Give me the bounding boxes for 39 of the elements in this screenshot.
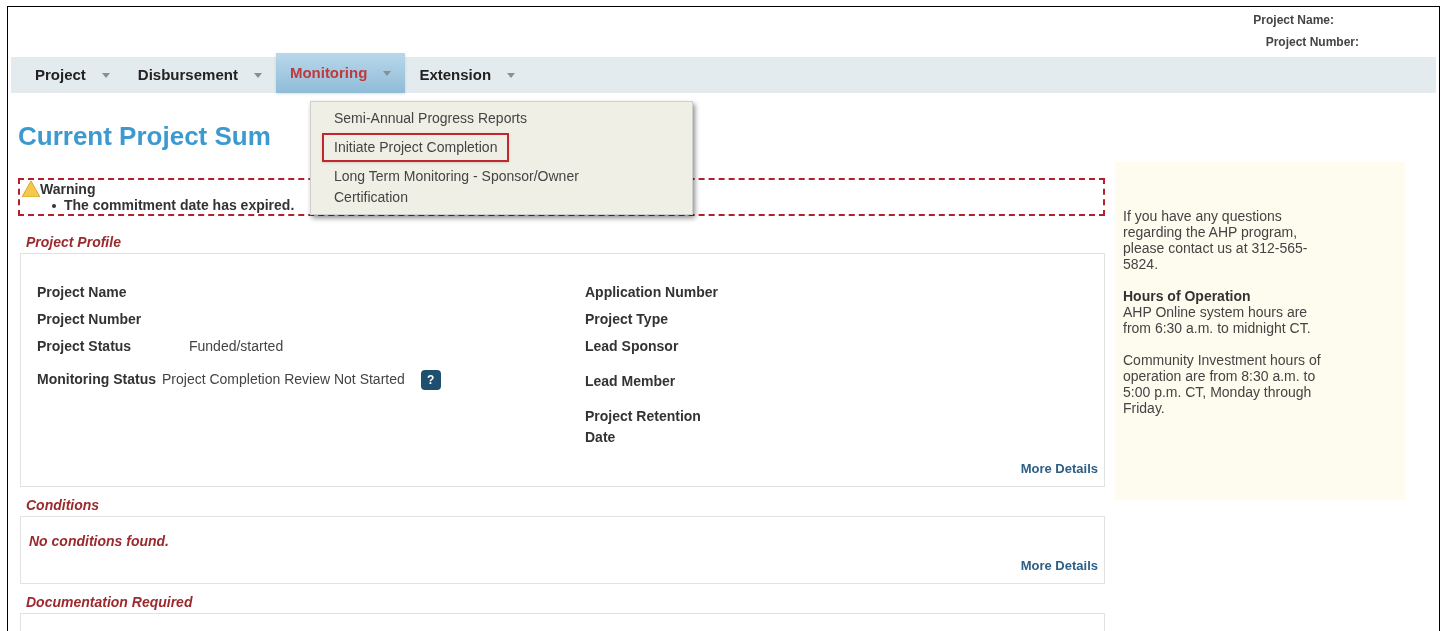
caret-icon — [507, 72, 516, 78]
menu-item[interactable]: Initiate Project Completion — [322, 133, 510, 162]
nav-tab[interactable]: Disbursement — [123, 57, 276, 93]
section-legend: Conditions — [26, 495, 1105, 516]
contact-text: If you have any questions regarding the AHP program, please contact us at 312-565-5824. — [1123, 208, 1309, 272]
community-hours-text: Community Investment hours of operation are from 8:30 a.m. to 5:00 p.m. CT, Monday through Friday. — [1123, 352, 1322, 416]
help-button[interactable]: ? — [420, 369, 441, 390]
warning-message: The commitment date has expired. — [64, 197, 295, 213]
menu-item[interactable]: Long Term Monitoring - Sponsor/Owner Certification — [324, 163, 654, 211]
field-label: Project Status — [37, 337, 133, 356]
section-legend: Project Profile — [26, 232, 1105, 253]
page-title: Current Project Sum — [18, 120, 271, 153]
field-value: Funded/started — [189, 337, 284, 356]
menu-item[interactable]: Semi-Annual Progress Reports — [324, 105, 654, 132]
field-label: Monitoring Status — [37, 370, 156, 389]
more-details-link[interactable]: More Details — [1020, 458, 1098, 478]
field-label: Application Number — [585, 283, 719, 302]
no-conditions-message: No conditions found. — [29, 532, 170, 551]
more-details-link[interactable]: More Details — [1020, 555, 1098, 575]
nav-tab[interactable]: Project — [21, 57, 124, 93]
bullet-icon — [52, 204, 56, 208]
hours-text: AHP Online system hours are from 6:30 a.m. to midnight CT. — [1123, 304, 1312, 336]
field-value: Project Completion Review Not Started — [162, 370, 405, 389]
field-label: Project Retention Date — [585, 407, 702, 447]
caret-icon — [253, 72, 262, 78]
field-label: Project Type — [585, 310, 669, 329]
nav-tab[interactable]: Extension — [405, 57, 530, 93]
field-label: Lead Member — [585, 372, 677, 391]
caret-icon — [383, 70, 392, 76]
project-name-label: Project Name: — [1253, 12, 1334, 29]
field-label: Lead Sponsor — [585, 337, 680, 356]
field-label: Project Name — [37, 283, 127, 302]
caret-icon — [101, 72, 110, 78]
project-number-label: Project Number: — [1265, 34, 1359, 51]
warning-icon — [22, 181, 40, 197]
warning-title: Warning — [40, 181, 96, 197]
hours-heading: Hours of Operation — [1123, 288, 1252, 304]
field-label: Project Number — [37, 310, 142, 329]
section-legend: Documentation Required — [26, 592, 1105, 613]
